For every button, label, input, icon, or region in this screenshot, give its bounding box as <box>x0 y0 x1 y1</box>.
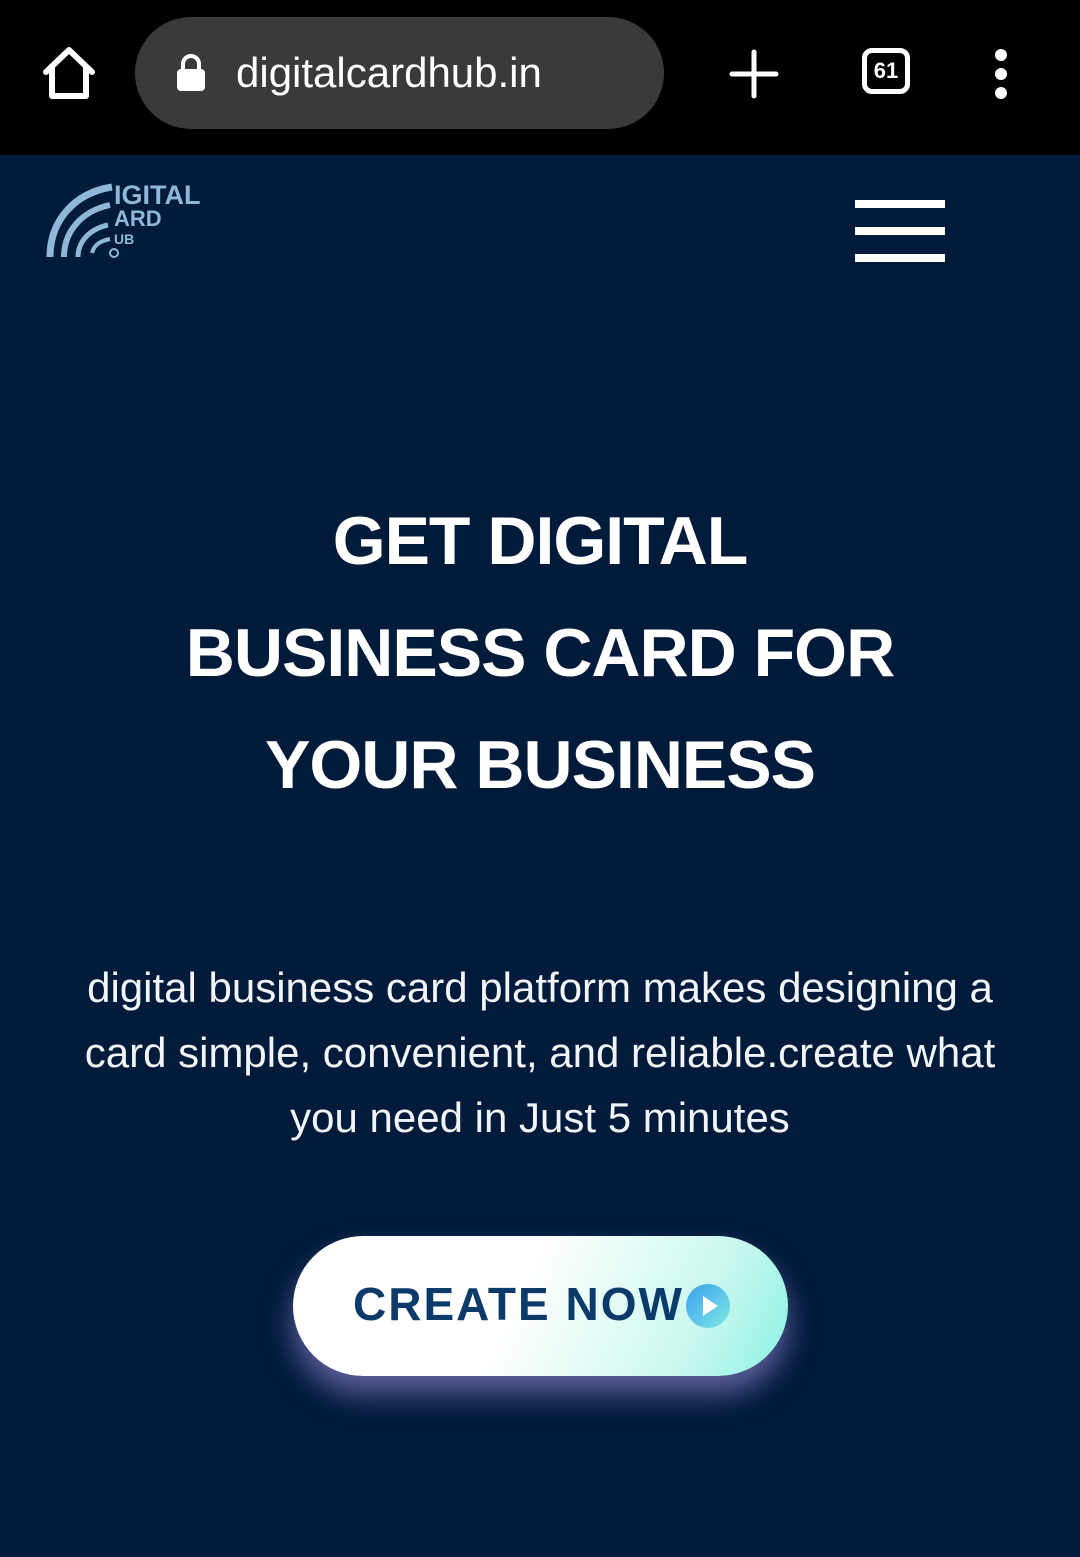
address-bar[interactable]: digitalcardhub.in <box>135 17 664 129</box>
lock-icon <box>175 53 207 93</box>
create-now-label: CREATE NOW <box>353 1278 684 1330</box>
plus-icon[interactable] <box>728 48 780 100</box>
create-now-button[interactable]: CREATE NOW <box>293 1236 788 1376</box>
home-icon[interactable] <box>38 42 100 104</box>
hero-title-line: YOUR BUSINESS <box>265 727 816 803</box>
logo-mark <box>46 183 119 258</box>
site-logo[interactable]: IGITAL ARD UB <box>44 181 200 261</box>
url-text: digitalcardhub.in <box>236 49 542 96</box>
tab-switcher-button[interactable]: 61 <box>862 48 910 94</box>
tab-count: 61 <box>873 58 899 83</box>
play-circle-icon <box>686 1284 730 1328</box>
hamburger-icon[interactable] <box>855 200 945 262</box>
logo-text: IGITAL ARD UB <box>114 180 201 248</box>
hero-title-line: BUSINESS CARD FOR <box>185 615 895 691</box>
more-vert-icon[interactable] <box>988 49 1014 99</box>
hero-title: GET DIGITAL BUSINESS CARD FOR YOUR BUSIN… <box>90 485 990 821</box>
hero-title-line: GET DIGITAL <box>332 503 749 579</box>
hero-description: digital business card platform makes des… <box>84 964 996 1141</box>
browser-toolbar: digitalcardhub.in 61 <box>0 0 1080 155</box>
page-content: IGITAL ARD UB GET DIGITAL BUSINESS CARD … <box>0 155 1080 1557</box>
